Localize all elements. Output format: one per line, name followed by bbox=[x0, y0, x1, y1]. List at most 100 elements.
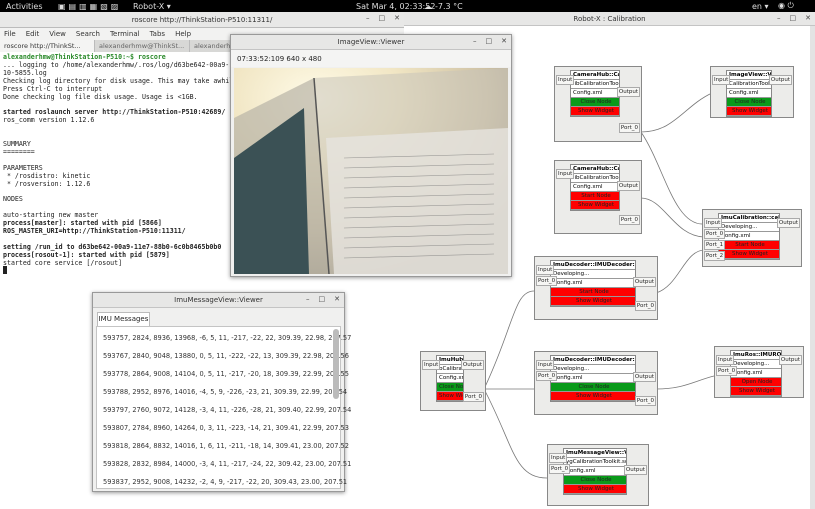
canvas-scrollbar[interactable] bbox=[810, 26, 815, 509]
maximize-icon[interactable]: □ bbox=[790, 14, 797, 22]
output-port[interactable]: Port_0 bbox=[634, 301, 656, 311]
tab-imu-messages[interactable]: IMU Messages bbox=[97, 312, 150, 326]
menu-terminal[interactable]: Terminal bbox=[110, 30, 140, 38]
node-start-button[interactable]: Close Node bbox=[571, 98, 619, 107]
close-icon[interactable]: ✕ bbox=[501, 37, 507, 45]
node-start-button[interactable]: Start Node bbox=[571, 192, 619, 201]
input-port[interactable]: Port_0 bbox=[549, 464, 571, 474]
list-item[interactable]: 593788, 2952, 8976, 14016, -4, 5, 9, -22… bbox=[103, 388, 347, 396]
graph-node[interactable]: ImageView::ViewerCalibrationToolkit.soCo… bbox=[710, 66, 794, 118]
graph-node[interactable]: ImuDecoder::IMUDecoder::RazorFireflyDeve… bbox=[534, 256, 658, 320]
output-port[interactable]: Port_0 bbox=[634, 396, 656, 406]
show-widget-button[interactable]: Show Widget bbox=[719, 250, 779, 259]
node-config[interactable]: Config.xml bbox=[719, 232, 779, 241]
node-start-button[interactable]: Open Node bbox=[731, 378, 781, 387]
node-config[interactable]: Config.xml bbox=[571, 89, 619, 98]
app-menu[interactable]: Robot-X ▾ bbox=[133, 2, 171, 11]
terminal-tab[interactable]: roscore http://ThinkSt... bbox=[0, 40, 95, 52]
output-port[interactable]: Output bbox=[460, 360, 484, 370]
show-widget-button[interactable]: Show Widget bbox=[727, 107, 771, 116]
input-port[interactable]: Input bbox=[536, 265, 555, 275]
scrollbar[interactable] bbox=[333, 329, 339, 399]
terminal-tab[interactable]: alexanderhmw@ThinkSt... bbox=[95, 40, 190, 52]
show-widget-button[interactable]: Show Widget bbox=[731, 387, 781, 396]
menu-view[interactable]: View bbox=[49, 30, 66, 38]
output-port[interactable]: Output bbox=[778, 355, 802, 365]
imu-message-list[interactable]: 593757, 2824, 8936, 13968, -6, 5, 11, -2… bbox=[96, 326, 351, 489]
output-port[interactable]: Output bbox=[616, 181, 640, 191]
show-widget-button[interactable]: Show Widget bbox=[551, 297, 635, 306]
graph-node[interactable]: CameraHub::Camera2libCalibrationToolkit.… bbox=[554, 160, 642, 234]
list-item[interactable]: 593807, 2784, 8960, 14264, 0, 3, 11, -22… bbox=[103, 424, 349, 432]
menu-file[interactable]: File bbox=[4, 30, 16, 38]
graph-node[interactable]: CameraHub::Camera1libCalibrationToolkit.… bbox=[554, 66, 642, 142]
output-port[interactable]: Output bbox=[623, 465, 647, 475]
input-port[interactable]: Port_2 bbox=[704, 251, 726, 261]
show-widget-button[interactable]: Show Widget bbox=[571, 201, 619, 210]
menu-help[interactable]: Help bbox=[175, 30, 191, 38]
node-config[interactable]: Config.xml bbox=[551, 374, 635, 383]
node-config[interactable]: Config.xml bbox=[731, 369, 781, 378]
node-start-button[interactable]: Start Node bbox=[719, 241, 779, 250]
input-port[interactable]: Port_1 bbox=[704, 240, 726, 250]
input-port[interactable]: Port_0 bbox=[716, 366, 738, 376]
maximize-icon[interactable]: □ bbox=[379, 14, 386, 22]
minimize-icon[interactable]: – bbox=[366, 14, 370, 22]
list-item[interactable]: 593767, 2840, 9048, 13880, 0, 5, 11, -22… bbox=[103, 352, 349, 360]
list-item[interactable]: 593837, 2952, 9008, 14232, -2, 4, 9, -21… bbox=[103, 478, 347, 486]
list-item[interactable]: 593757, 2824, 8936, 13968, -6, 5, 11, -2… bbox=[103, 334, 351, 342]
list-item[interactable]: 593818, 2864, 8832, 14016, 1, 6, 11, -21… bbox=[103, 442, 349, 450]
graph-node[interactable]: ImuHub::IMUbCalibrationToolkit.soConfig.… bbox=[420, 351, 486, 411]
weather-temp[interactable]: -7.3 °C bbox=[435, 2, 463, 11]
node-start-button[interactable]: Start Node bbox=[551, 288, 635, 297]
menu-edit[interactable]: Edit bbox=[26, 30, 40, 38]
node-start-button[interactable]: Close Node bbox=[564, 476, 626, 485]
output-port[interactable]: Output bbox=[616, 87, 640, 97]
minimize-icon[interactable]: – bbox=[306, 295, 310, 303]
activities-button[interactable]: Activities bbox=[6, 2, 43, 11]
output-port[interactable]: Output bbox=[632, 277, 656, 287]
input-port[interactable]: Input bbox=[556, 75, 575, 85]
list-item[interactable]: 593797, 2760, 9072, 14128, -3, 4, 11, -2… bbox=[103, 406, 351, 414]
output-port[interactable]: Port_0 bbox=[618, 215, 640, 225]
close-icon[interactable]: ✕ bbox=[394, 14, 400, 22]
node-config[interactable]: Config.xml bbox=[437, 374, 463, 383]
node-start-button[interactable]: Close Node bbox=[727, 98, 771, 107]
input-port[interactable]: Port_0 bbox=[536, 371, 558, 381]
show-widget-button[interactable]: Show Widget bbox=[571, 107, 619, 116]
menu-tabs[interactable]: Tabs bbox=[150, 30, 166, 38]
show-widget-button[interactable]: Show Widget bbox=[551, 392, 635, 401]
graph-node[interactable]: ImuRos::IMUROS Developing... Config.xml Ope… bbox=[714, 346, 804, 398]
input-port[interactable]: Input bbox=[422, 360, 441, 370]
input-port[interactable]: Input bbox=[716, 355, 735, 365]
taskbar-icons[interactable]: ▣▤▥▦▧▨ bbox=[58, 2, 121, 11]
input-port[interactable]: Input bbox=[549, 453, 568, 463]
output-port[interactable]: Output bbox=[776, 218, 800, 228]
list-item[interactable]: 593778, 2864, 9008, 14104, 0, 5, 11, -21… bbox=[103, 370, 349, 378]
node-config[interactable]: Config.xml bbox=[727, 89, 771, 98]
maximize-icon[interactable]: □ bbox=[486, 37, 493, 45]
close-icon[interactable]: ✕ bbox=[805, 14, 811, 22]
output-port[interactable]: Output bbox=[632, 372, 656, 382]
output-port[interactable]: Port_0 bbox=[618, 123, 640, 133]
input-port[interactable]: Input bbox=[712, 75, 731, 85]
node-start-button[interactable]: Close Node bbox=[437, 383, 463, 392]
input-port[interactable]: Input bbox=[536, 360, 555, 370]
menu-search[interactable]: Search bbox=[76, 30, 100, 38]
close-icon[interactable]: ✕ bbox=[334, 295, 340, 303]
node-config[interactable]: Config.xml bbox=[551, 279, 635, 288]
graph-node[interactable]: ImuCalibration::calibrationDeveloping...… bbox=[702, 209, 802, 267]
output-port[interactable]: Port_0 bbox=[462, 392, 484, 402]
graph-node[interactable]: ImuMessageView::ViewerygCalibrationToolk… bbox=[547, 444, 649, 506]
node-start-button[interactable]: Close Node bbox=[551, 383, 635, 392]
input-port[interactable]: Input bbox=[556, 169, 575, 179]
maximize-icon[interactable]: □ bbox=[319, 295, 326, 303]
status-icons[interactable]: ◉ ⏻ bbox=[778, 1, 794, 11]
minimize-icon[interactable]: – bbox=[473, 37, 477, 45]
node-config[interactable]: Config.xml bbox=[571, 183, 619, 192]
show-widget-button[interactable]: Show Widget bbox=[437, 392, 463, 401]
graph-node[interactable]: ImuDecoder::IMUDecoder::RazorASCIIDevelo… bbox=[534, 351, 658, 415]
node-config[interactable]: Config.xml bbox=[564, 467, 626, 476]
output-port[interactable]: Output bbox=[768, 75, 792, 85]
input-port[interactable]: Port_0 bbox=[536, 276, 558, 286]
